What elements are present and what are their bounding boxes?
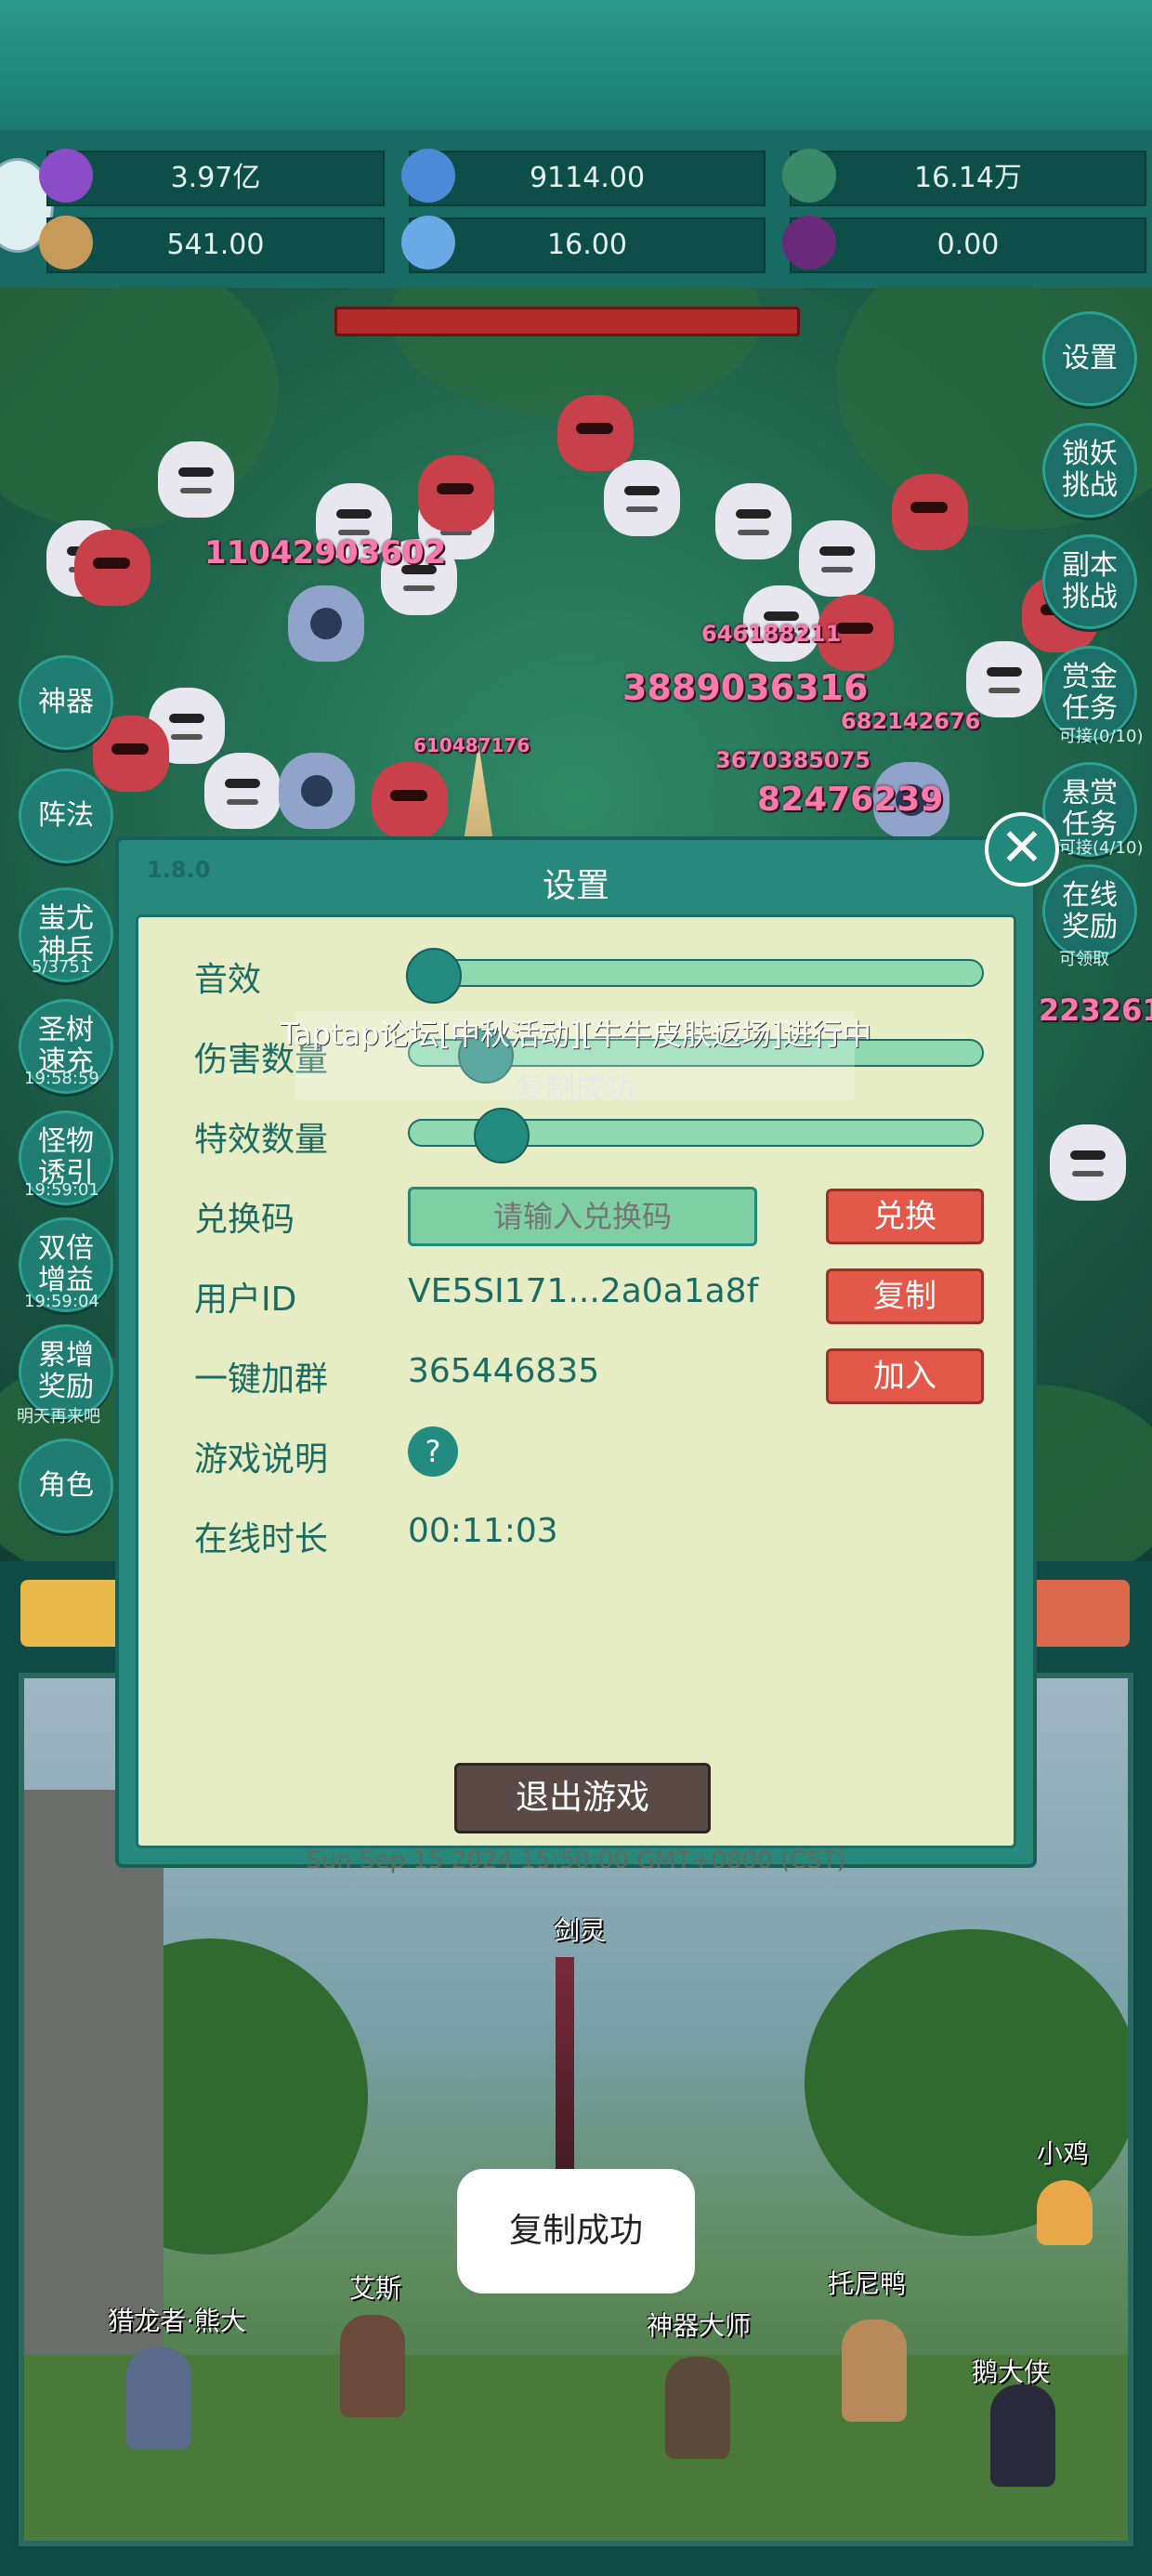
damage-number: 682142676	[841, 708, 981, 734]
sound-slider[interactable]	[406, 948, 984, 1004]
eyeball-enemy[interactable]	[279, 753, 355, 829]
ghost-enemy[interactable]	[604, 460, 680, 536]
formation-button[interactable]: 阵法	[19, 769, 113, 863]
purple-potion-icon	[782, 216, 836, 269]
ghost-enemy[interactable]	[799, 520, 875, 597]
effect-count-slider[interactable]	[408, 1108, 984, 1163]
online-reward-button[interactable]: 在线奖励	[1042, 864, 1137, 959]
ghost-enemy[interactable]	[966, 641, 1042, 717]
dungeon-challenge-button[interactable]: 副本挑战	[1042, 534, 1137, 629]
resource-scroll: 541.00	[39, 216, 385, 273]
join-group-label: 一键加群	[194, 1360, 329, 1399]
character-name: 猎龙者·熊大	[108, 2306, 246, 2336]
artifact-master-character[interactable]	[665, 2357, 730, 2459]
purple-gem-icon	[39, 149, 93, 203]
join-button[interactable]: 加入	[826, 1348, 984, 1404]
announcement-marquee: Taptap论坛[中秋活动][牛牛皮肤返场]进行中	[280, 1017, 872, 1052]
ghost-enemy[interactable]	[1050, 1124, 1126, 1201]
chick-character[interactable]	[1037, 2180, 1093, 2245]
sound-label: 音效	[194, 961, 262, 999]
ice-shard-icon	[401, 216, 455, 269]
resource-orb: 16.14万	[782, 149, 1146, 206]
bounty-task-count: 可接(0/10)	[1059, 727, 1144, 746]
sound-slider-knob[interactable]	[406, 948, 462, 1004]
online-time-value: 00:11:03	[408, 1512, 558, 1550]
damage-number: 646188211	[701, 621, 842, 647]
settings-dialog: 1.8.0 设置 音效 伤害数量 特效数量 兑换码 兑换 用户ID VE5SI1…	[115, 836, 1037, 1874]
blue-crystal-icon	[401, 149, 455, 203]
exit-game-button[interactable]: 退出游戏	[454, 1763, 711, 1833]
character-name: 艾斯	[349, 2273, 402, 2304]
close-icon[interactable]: ✕	[985, 812, 1059, 887]
user-id-value: VE5SI171...2a0a1a8f	[408, 1272, 759, 1310]
redeem-code-label: 兑换码	[194, 1201, 295, 1239]
green-orb-icon	[782, 149, 836, 203]
red-imp-enemy[interactable]	[418, 455, 494, 532]
monster-lure-timer: 19:59:01	[24, 1180, 99, 1200]
effect-count-label: 特效数量	[194, 1121, 329, 1159]
redeem-code-input[interactable]	[408, 1187, 757, 1246]
ghost-enemy[interactable]	[715, 483, 792, 559]
resource-ice: 16.00	[401, 216, 766, 273]
character-name: 小鸡	[1037, 2138, 1090, 2169]
tower	[24, 1790, 164, 2366]
settings-button[interactable]: 设置	[1042, 311, 1137, 406]
damage-number: 82476239	[757, 781, 944, 819]
red-imp-enemy[interactable]	[557, 395, 634, 471]
online-time-label: 在线时长	[194, 1520, 329, 1558]
artifact-button[interactable]: 神器	[19, 655, 113, 750]
cumulative-reward-status: 明天再来吧	[17, 1407, 100, 1426]
date-text: Sun Sep 15 2024 15:50:00 GMT+0800 (CST)	[306, 1847, 846, 1874]
copy-button[interactable]: 复制	[826, 1268, 984, 1324]
ghost-enemy[interactable]	[158, 441, 234, 518]
ace-character[interactable]	[340, 2315, 405, 2417]
red-imp-enemy[interactable]	[74, 530, 151, 606]
resource-potion: 0.00	[782, 216, 1146, 273]
double-boost-timer: 19:59:04	[24, 1292, 99, 1311]
game-info-label: 游戏说明	[194, 1440, 329, 1479]
tree-canopy	[0, 288, 279, 530]
user-id-label: 用户ID	[194, 1281, 297, 1319]
hunter-character[interactable]	[126, 2347, 191, 2450]
copy-success-toast: 复制成功	[457, 2169, 695, 2293]
red-imp-enemy[interactable]	[372, 762, 448, 838]
damage-number: 3670385075	[715, 747, 871, 773]
resource-crystal: 9114.00	[401, 149, 766, 206]
effect-count-slider-knob[interactable]	[473, 1108, 530, 1163]
announcement-subtext: 复制成功	[515, 1071, 635, 1106]
character-button[interactable]: 角色	[19, 1439, 113, 1533]
redeem-button[interactable]: 兑换	[826, 1189, 984, 1244]
boss-health-bar	[334, 307, 800, 336]
damage-number: 3889036316	[622, 667, 869, 708]
character-name: 托尼鸭	[828, 2268, 907, 2299]
reward-task-count: 可接(4/10)	[1059, 838, 1144, 858]
chiyou-progress: 5/3751	[32, 957, 91, 977]
character-name: 剑灵	[554, 1915, 607, 1946]
demon-lock-challenge-button[interactable]: 锁妖挑战	[1042, 423, 1137, 518]
help-icon[interactable]: ?	[408, 1426, 458, 1477]
resource-bar: 3.97亿 9114.00 16.14万 541.00 16.00 0.00	[0, 130, 1152, 288]
goose-hero-character[interactable]	[990, 2385, 1055, 2487]
damage-number: 11042903602	[204, 534, 447, 572]
damage-number: 2232614	[1039, 992, 1152, 1028]
character-name: 神器大师	[647, 2310, 752, 2341]
resource-gems: 3.97亿	[39, 149, 385, 206]
group-number: 365446835	[408, 1352, 600, 1390]
character-name: 鹅大侠	[972, 2357, 1051, 2387]
dialog-title: 设置	[542, 867, 609, 905]
ghost-enemy[interactable]	[204, 753, 281, 829]
online-reward-status: 可领取	[1059, 950, 1109, 969]
red-imp-enemy[interactable]	[892, 474, 968, 550]
eyeball-enemy[interactable]	[288, 585, 364, 662]
tony-duck-character[interactable]	[842, 2320, 907, 2422]
holy-tree-timer: 19:58:59	[24, 1069, 99, 1088]
top-header	[0, 0, 1152, 130]
damage-number: 610487176	[413, 734, 530, 756]
scroll-icon	[39, 216, 93, 269]
